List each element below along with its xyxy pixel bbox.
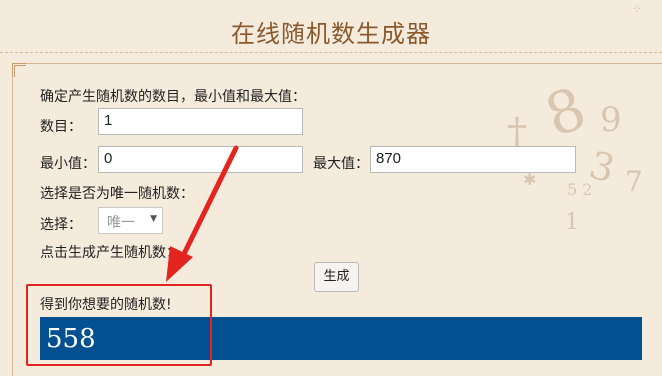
red-arrow-icon	[166, 145, 239, 282]
